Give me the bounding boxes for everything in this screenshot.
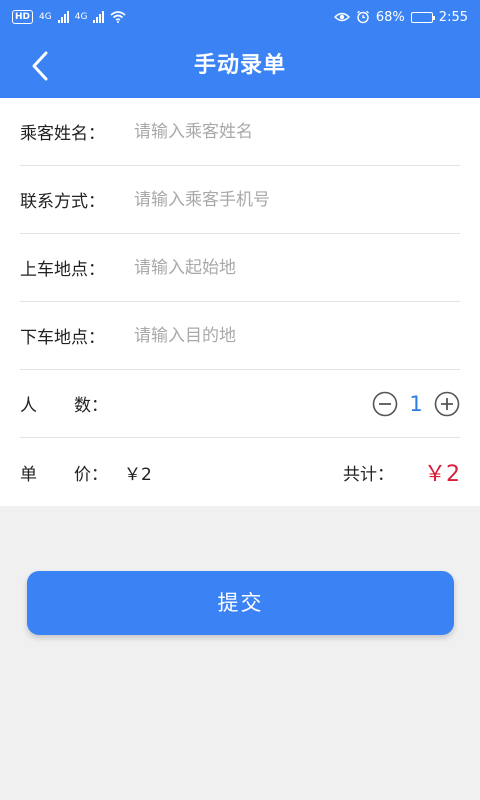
minus-circle-icon [372, 391, 398, 416]
count-label-a: 人 [20, 396, 37, 416]
pickup-label: 上车地点： [20, 260, 105, 280]
title-bar: 手动录单 [0, 34, 480, 98]
quantity-value: 1 [409, 391, 423, 416]
pickup-row: 上车地点： [20, 234, 460, 302]
count-label-b: 数： [74, 396, 108, 416]
battery-icon [410, 11, 435, 23]
contact-row: 联系方式： [20, 166, 460, 234]
eye-icon [333, 12, 350, 22]
quantity-stepper: 1 [372, 391, 460, 417]
submit-button[interactable]: 提交 [27, 571, 454, 635]
pickup-input[interactable] [134, 257, 460, 278]
status-bar-right: 68% 2:55 [333, 9, 468, 25]
dropoff-label: 下车地点： [20, 328, 105, 348]
price-label-b: 价： [74, 464, 108, 485]
network-type-1: 4G [39, 12, 52, 22]
passenger-count-row: 人 数： 1 [20, 370, 460, 438]
dropoff-input[interactable] [134, 325, 460, 346]
contact-phone-input[interactable] [134, 189, 460, 210]
unit-price-value: ￥2 [124, 464, 152, 485]
total-value: ￥2 [424, 462, 460, 487]
price-row: 单 价： ￥2 共计： ￥2 [20, 438, 460, 506]
signal-icon-2 [93, 11, 105, 23]
signal-icon [57, 11, 69, 23]
total-label: 共计： [343, 464, 394, 485]
status-bar: HD 4G 4G 68% 2:55 [0, 0, 480, 34]
increment-button[interactable] [434, 391, 460, 417]
page-title: 手动录单 [193, 53, 286, 78]
unit-price-label: 单 价： [20, 460, 108, 485]
alarm-icon [356, 10, 369, 24]
passenger-name-label: 乘客姓名： [20, 124, 105, 144]
decrement-button[interactable] [372, 391, 398, 417]
battery-percent: 68% [375, 9, 405, 25]
total-section: 共计： ￥2 [343, 456, 460, 488]
wifi-icon [110, 11, 126, 23]
order-form: 乘客姓名： 联系方式： 上车地点： 下车地点： 人 数： 1 [0, 98, 480, 506]
contact-label: 联系方式： [20, 192, 105, 212]
price-label-a: 单 [20, 464, 37, 485]
plus-circle-icon [434, 391, 460, 416]
passenger-name-row: 乘客姓名： [20, 98, 460, 166]
hd-badge: HD [12, 10, 34, 24]
passenger-count-label: 人 数： [20, 391, 108, 416]
network-type-2: 4G [74, 12, 88, 22]
status-bar-left: HD 4G 4G [12, 10, 126, 24]
passenger-name-input[interactable] [134, 121, 460, 142]
dropoff-row: 下车地点： [20, 302, 460, 370]
clock-time: 2:55 [438, 9, 468, 25]
